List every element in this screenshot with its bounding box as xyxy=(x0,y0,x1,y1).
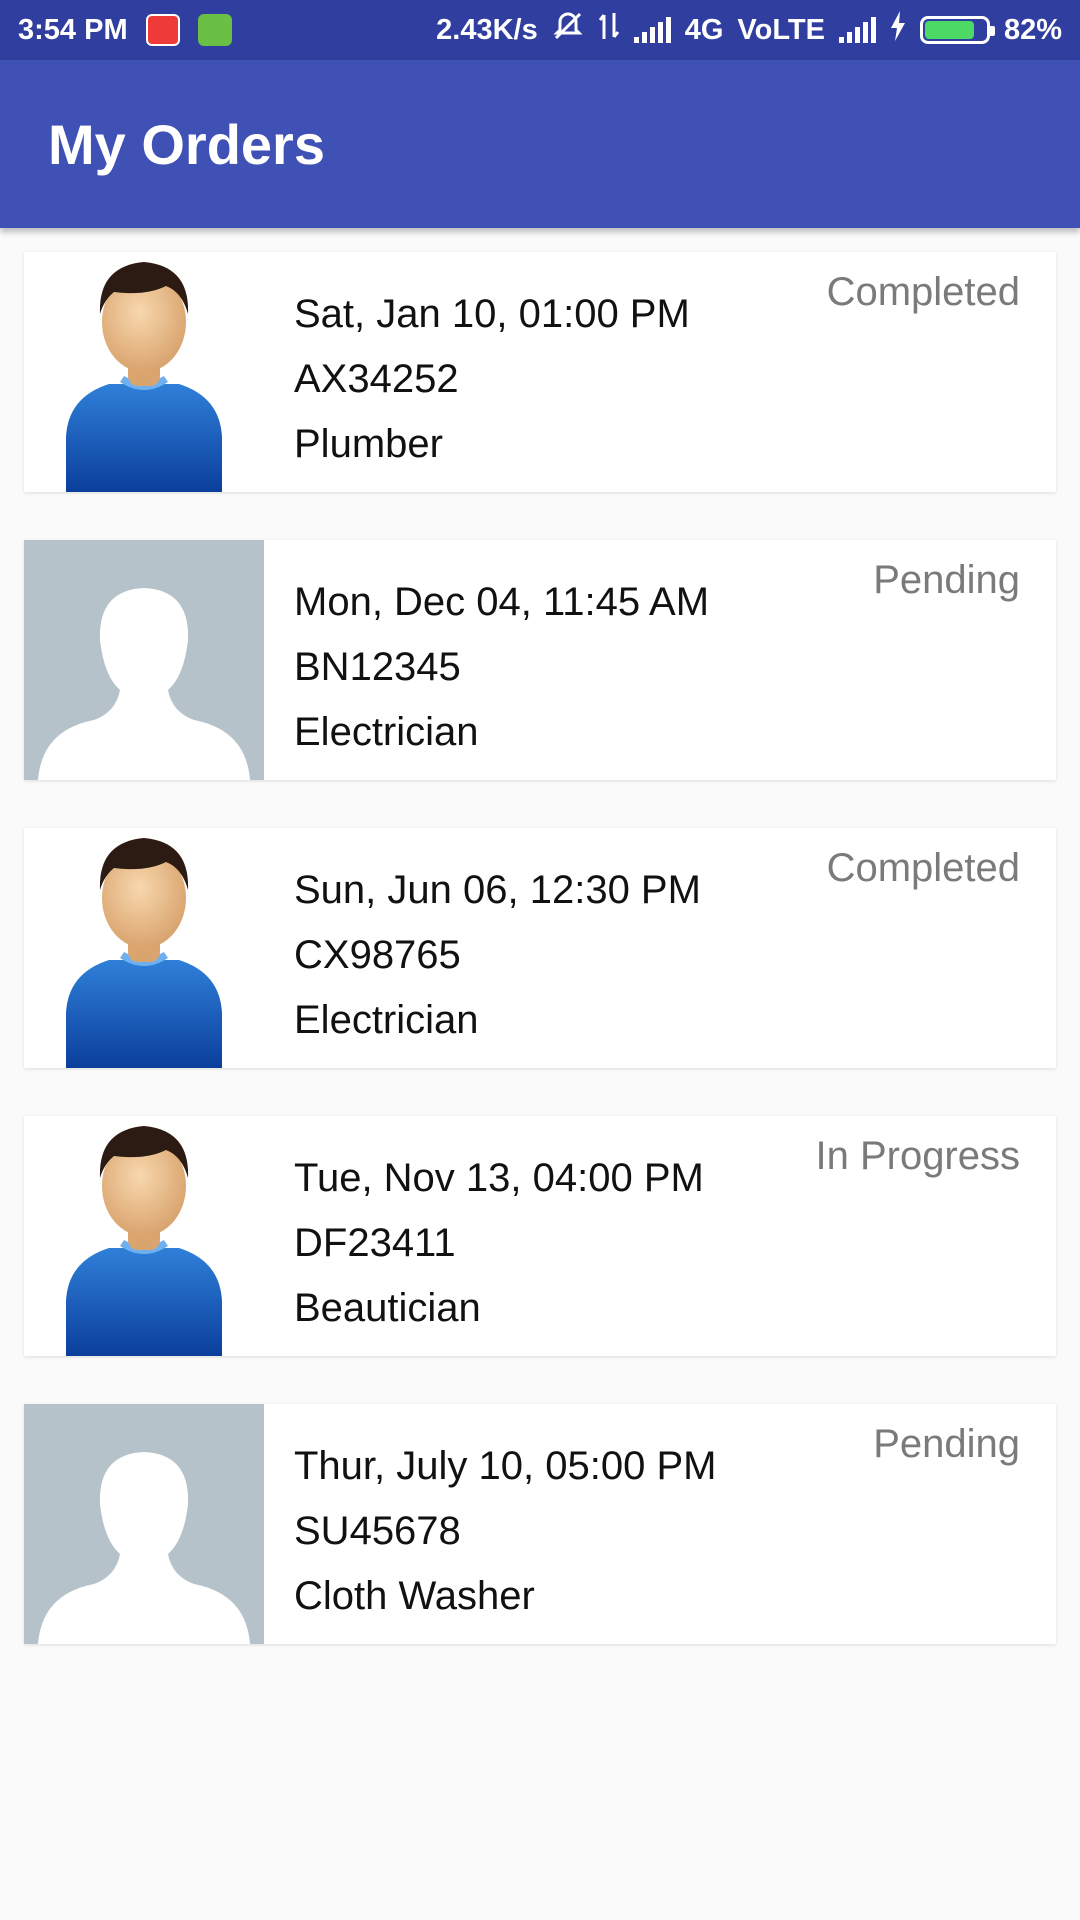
order-status: Pending xyxy=(873,558,1020,602)
person-avatar-icon xyxy=(24,1116,264,1356)
network-speed: 2.43K/s xyxy=(436,13,538,46)
order-service: Electrician xyxy=(294,998,479,1042)
order-status: In Progress xyxy=(815,1134,1020,1178)
order-datetime: Sat, Jan 10, 01:00 PM xyxy=(294,292,690,336)
order-card[interactable]: Mon, Dec 04, 11:45 AM BN12345 Electricia… xyxy=(24,540,1056,780)
signal-strength-2-icon xyxy=(838,17,876,43)
person-avatar-icon xyxy=(24,828,264,1068)
battery-percent: 82% xyxy=(1003,13,1062,46)
battery-icon xyxy=(919,16,995,44)
charging-icon xyxy=(890,11,906,49)
order-list: Sat, Jan 10, 01:00 PM AX34252 Plumber Co… xyxy=(24,252,1056,1692)
order-card[interactable]: Sun, Jun 06, 12:30 PM CX98765 Electricia… xyxy=(24,828,1056,1068)
app-bar: My Orders xyxy=(0,60,1080,228)
order-service: Electrician xyxy=(294,710,479,754)
order-card[interactable]: Tue, Nov 13, 04:00 PM DF23411 Beautician… xyxy=(24,1116,1056,1356)
person-avatar-icon xyxy=(24,252,264,492)
order-code: SU45678 xyxy=(294,1509,461,1553)
silhouette-placeholder-icon xyxy=(24,1404,264,1644)
order-service: Plumber xyxy=(294,422,443,466)
order-datetime: Tue, Nov 13, 04:00 PM xyxy=(294,1156,704,1200)
status-bar: 3:54 PM 2.43K/s 4G VoLTE 82% xyxy=(0,0,1080,60)
order-status: Completed xyxy=(826,270,1020,314)
signal-strength-icon xyxy=(633,17,671,43)
order-code: DF23411 xyxy=(294,1221,456,1265)
calculator-app-icon xyxy=(145,14,180,46)
order-service: Cloth Washer xyxy=(294,1574,535,1618)
order-datetime: Sun, Jun 06, 12:30 PM xyxy=(294,868,701,912)
order-code: CX98765 xyxy=(294,933,461,977)
order-status: Pending xyxy=(873,1422,1020,1466)
order-card[interactable]: Thur, July 10, 05:00 PM SU45678 Cloth Wa… xyxy=(24,1404,1056,1644)
order-code: AX34252 xyxy=(294,357,459,401)
network-type: 4G xyxy=(684,13,724,46)
order-datetime: Thur, July 10, 05:00 PM xyxy=(294,1444,717,1488)
order-datetime: Mon, Dec 04, 11:45 AM xyxy=(294,580,710,624)
page-title: My Orders xyxy=(48,112,325,176)
order-card[interactable]: Sat, Jan 10, 01:00 PM AX34252 Plumber Co… xyxy=(24,252,1056,492)
silhouette-placeholder-icon xyxy=(24,540,264,780)
volte-label: VoLTE xyxy=(737,13,825,46)
status-time: 3:54 PM xyxy=(18,13,128,46)
android-app-icon xyxy=(197,14,232,46)
order-status: Completed xyxy=(826,846,1020,890)
order-code: BN12345 xyxy=(294,645,461,689)
mute-icon xyxy=(552,10,584,50)
order-service: Beautician xyxy=(294,1286,481,1330)
data-transfer-icon xyxy=(598,11,620,49)
